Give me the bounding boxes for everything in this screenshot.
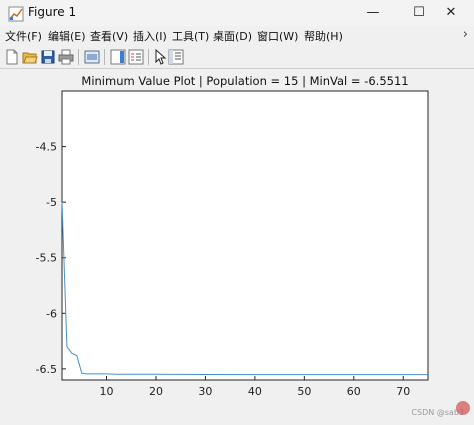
title-bar: Figure 1 — ☐ ✕ bbox=[0, 0, 474, 27]
chart-title: Minimum Value Plot | Population = 15 | M… bbox=[81, 74, 408, 88]
y-tick-label: -5 bbox=[46, 196, 57, 209]
new-figure-icon[interactable] bbox=[4, 49, 20, 65]
toolbar-separator bbox=[78, 49, 79, 65]
menu-view[interactable]: 查看(V) bbox=[90, 28, 128, 44]
badge-icon bbox=[456, 401, 470, 415]
print-icon[interactable] bbox=[58, 49, 74, 65]
x-tick-label: 40 bbox=[248, 385, 262, 398]
menu-insert[interactable]: 插入(I) bbox=[133, 28, 167, 44]
menu-file[interactable]: 文件(F) bbox=[5, 28, 42, 44]
open-file-icon[interactable] bbox=[22, 49, 38, 65]
insert-legend-icon[interactable] bbox=[128, 49, 144, 65]
menu-desktop[interactable]: 桌面(D) bbox=[213, 28, 252, 44]
save-icon[interactable] bbox=[40, 49, 56, 65]
menu-window[interactable]: 窗口(W) bbox=[257, 28, 298, 44]
toolbar-separator bbox=[148, 49, 149, 65]
x-tick-label: 60 bbox=[347, 385, 361, 398]
menu-help[interactable]: 帮助(H) bbox=[304, 28, 343, 44]
y-tick-label: -5.5 bbox=[36, 252, 57, 265]
link-plot-icon[interactable] bbox=[84, 49, 100, 65]
axes-background bbox=[61, 90, 429, 381]
chevron-right-icon[interactable]: › bbox=[463, 27, 468, 42]
y-tick-label: -4.5 bbox=[36, 141, 57, 154]
x-tick-label: 10 bbox=[100, 385, 114, 398]
window-title: Figure 1 bbox=[28, 5, 77, 19]
menu-bar: 文件(F) 编辑(E) 查看(V) 插入(I) 工具(T) 桌面(D) 窗口(W… bbox=[0, 26, 474, 47]
property-inspector-icon[interactable] bbox=[168, 49, 184, 65]
plot-svg: Minimum Value Plot | Population = 15 | M… bbox=[36, 74, 429, 398]
x-tick-label: 50 bbox=[297, 385, 311, 398]
figure-canvas[interactable]: Minimum Value Plot | Population = 15 | M… bbox=[0, 69, 474, 421]
toolbar bbox=[0, 46, 474, 69]
toolbar-separator bbox=[104, 49, 105, 65]
x-tick-label: 70 bbox=[396, 385, 410, 398]
insert-colorbar-icon[interactable] bbox=[110, 49, 126, 65]
y-tick-label: -6.5 bbox=[36, 363, 57, 376]
matlab-figure-icon bbox=[8, 6, 24, 22]
x-tick-label: 30 bbox=[198, 385, 212, 398]
minimize-button[interactable]: — bbox=[350, 0, 396, 26]
close-button[interactable]: ✕ bbox=[428, 0, 474, 26]
x-tick-label: 20 bbox=[149, 385, 163, 398]
y-tick-label: -6 bbox=[46, 307, 57, 320]
menu-edit[interactable]: 编辑(E) bbox=[48, 28, 86, 44]
menu-tools[interactable]: 工具(T) bbox=[172, 28, 209, 44]
pointer-icon[interactable] bbox=[152, 49, 168, 65]
